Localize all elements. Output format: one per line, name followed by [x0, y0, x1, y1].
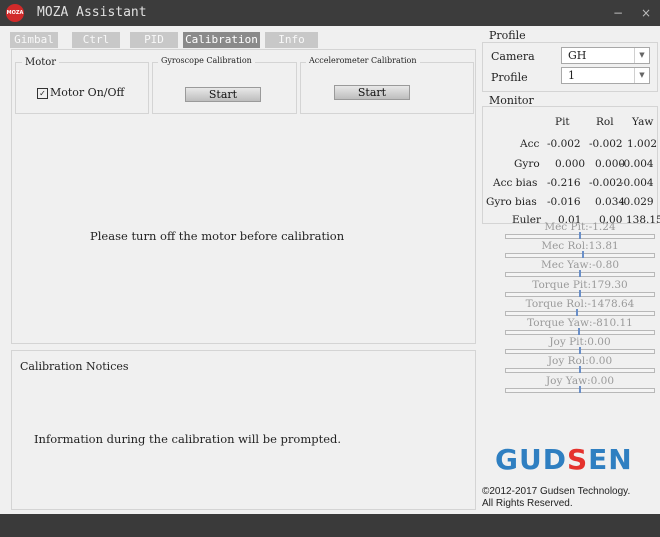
camera-select[interactable]: GH ▼ [561, 47, 650, 64]
gauge-bar [505, 232, 655, 239]
motor-checkbox-label: Motor On/Off [50, 86, 125, 99]
close-button[interactable]: × [632, 2, 660, 24]
tab-ctrl[interactable]: Ctrl [72, 32, 120, 48]
monitor-row-label: Acc bias [493, 177, 538, 189]
gyro-start-button[interactable]: Start [185, 87, 261, 102]
monitor-value: -0.029 [620, 196, 654, 208]
gauge-marker [579, 232, 581, 239]
copyright-line1: ©2012-2017 Gudsen Technology. [482, 486, 631, 497]
monitor-value: -0.216 [547, 177, 581, 189]
notices-message: Information during the calibration will … [34, 432, 342, 446]
accel-start-button[interactable]: Start [334, 85, 410, 100]
tab-calibration[interactable]: Calibration [183, 32, 260, 48]
monitor-row-label: Acc [520, 138, 540, 150]
camera-select-value: GH [568, 49, 587, 62]
monitor-value: -0.016 [547, 196, 581, 208]
copyright-line2: All Rights Reserved. [482, 498, 573, 509]
monitor-value: -0.002 [547, 138, 581, 150]
gauge-label: Torque Yaw:-810.11 [527, 317, 633, 329]
camera-label: Camera [491, 50, 535, 63]
gauge-bar [505, 385, 655, 393]
chevron-down-icon: ▼ [634, 68, 649, 83]
tab-info[interactable]: Info [265, 32, 318, 48]
profile-section-title: Profile [489, 29, 526, 42]
profile-select[interactable]: 1 ▼ [561, 67, 650, 84]
monitor-header-yaw: Yaw [632, 116, 654, 128]
gauge-label: Torque Rol:-1478.64 [525, 297, 635, 310]
monitor-header-rol: Rol [596, 116, 614, 128]
notices-panel [11, 350, 476, 510]
gauge-bar [505, 347, 655, 355]
gauge-marker [579, 347, 581, 355]
profile-label: Profile [491, 71, 528, 84]
title-bar: MOZA MOZA Assistant − × [0, 0, 660, 26]
monitor-value: 1.002 [627, 138, 658, 150]
gauge-marker [579, 385, 581, 393]
gauge-bar [505, 270, 655, 278]
monitor-value: -0.002 [589, 138, 623, 150]
moza-logo-icon: MOZA [6, 4, 24, 22]
accel-group-title: Accelerometer Calibration [306, 56, 420, 65]
gauge-bar [505, 251, 655, 259]
checkbox-check-icon: ✓ [37, 87, 48, 99]
motor-checkbox[interactable]: ✓ Motor On/Off [37, 86, 124, 99]
gauge-marker [577, 328, 580, 335]
motor-group-title: Motor [22, 57, 60, 68]
monitor-row-label: Gyro bias [486, 196, 537, 208]
gauge-label: Mec Rol:13.81 [541, 240, 619, 253]
minimize-button[interactable]: − [604, 2, 632, 24]
tab-gimbal[interactable]: Gimbal [10, 32, 58, 48]
notices-title: Calibration Notices [20, 360, 129, 373]
monitor-value: -0.002 [589, 177, 623, 189]
gauge-marker [579, 366, 581, 374]
window-title: MOZA Assistant [37, 5, 147, 20]
gudsen-logo: GUDSEN [495, 443, 633, 476]
monitor-value: -0.004 [620, 177, 654, 189]
gauge-marker [579, 289, 581, 297]
gauge-bar [505, 366, 655, 374]
gauge-bar [505, 328, 655, 335]
gauge-marker [576, 308, 579, 316]
profile-select-value: 1 [568, 69, 575, 82]
monitor-row-label: Gyro [514, 158, 540, 170]
gauge-bar [505, 289, 655, 297]
monitor-header-pit: Pit [555, 116, 570, 128]
monitor-value: 0.000 [555, 158, 586, 170]
monitor-value: -0.004 [620, 158, 654, 170]
gauge-bar [505, 308, 655, 316]
calibration-status-message: Please turn off the motor before calibra… [90, 229, 345, 243]
status-bar [0, 514, 660, 537]
gyro-group-title: Gyroscope Calibration [158, 56, 255, 65]
gauge-marker [579, 270, 581, 278]
chevron-down-icon: ▼ [634, 48, 649, 63]
copyright-text: ©2012-2017 Gudsen Technology. All Rights… [482, 486, 630, 510]
tab-pid[interactable]: PID [130, 32, 178, 48]
gauge-marker [581, 251, 584, 259]
